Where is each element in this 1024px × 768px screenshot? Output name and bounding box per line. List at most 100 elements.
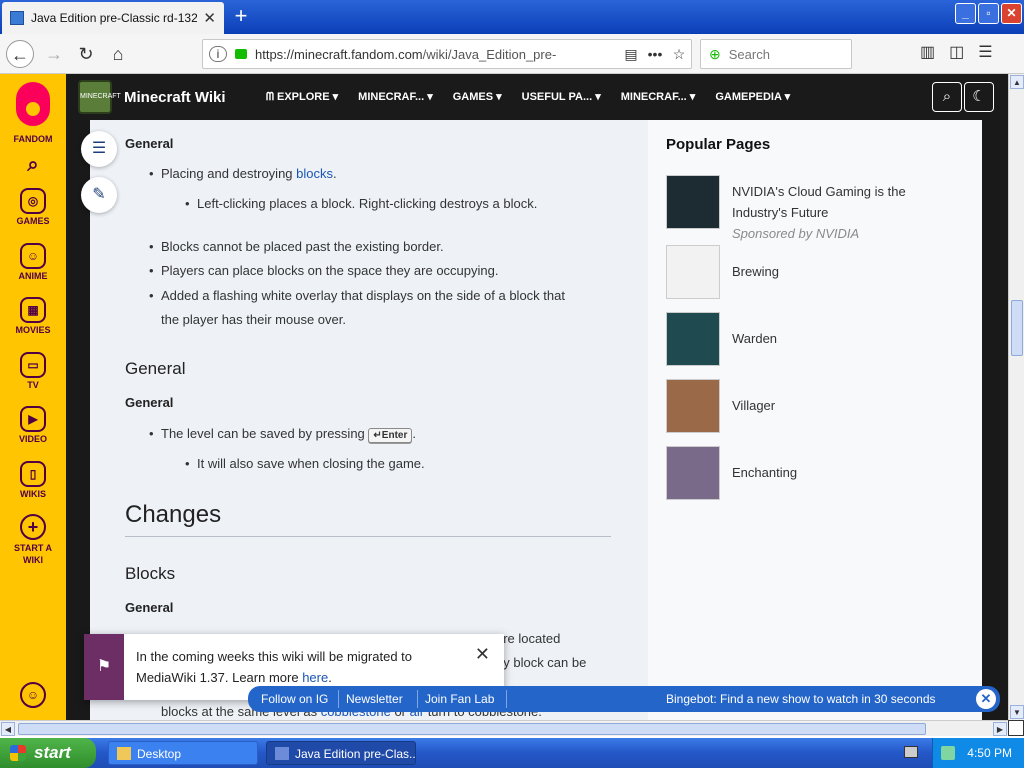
search-field[interactable]: ⊕ Search (700, 39, 852, 69)
join-fan-lab-link[interactable]: Join Fan Lab (425, 692, 494, 706)
fan-feed-bar: Follow on IG Newsletter Join Fan Lab Bin… (248, 686, 1000, 712)
url-text[interactable]: https://minecraft.fandom.com/wiki/Java_E… (255, 47, 619, 62)
page-actions-icon[interactable]: ••• (643, 46, 667, 62)
rail-item-wikis[interactable]: ▯ WIKIS (0, 461, 66, 499)
divider (417, 690, 418, 708)
reload-button[interactable]: ↻ (72, 40, 100, 68)
dark-mode-toggle[interactable]: ☾ (964, 82, 994, 112)
menu-minecraft-1[interactable]: MINECRAF... ▾ (348, 90, 443, 104)
popular-page-item[interactable]: NVIDIA's Cloud Gaming is the Industry's … (666, 175, 966, 241)
rail-item-start-a-wiki[interactable]: + START A WIKI (0, 514, 66, 566)
heading-changes: Changes (125, 501, 222, 528)
menu-label: USEFUL PA... (521, 91, 593, 103)
maximize-button[interactable]: ▫ (978, 3, 999, 24)
address-bar[interactable]: i https://minecraft.fandom.com/wiki/Java… (202, 39, 692, 69)
tab-close-icon[interactable]: ✕ (203, 9, 216, 27)
horizontal-scrollbar[interactable]: ◀ ▶ (0, 720, 1008, 736)
hamburger-menu-icon[interactable]: ☰ (978, 42, 992, 62)
vertical-scroll-thumb[interactable] (1011, 300, 1023, 356)
back-button[interactable]: ← (6, 40, 34, 68)
book-icon: ▯ (20, 461, 46, 487)
warden-thumbnail (666, 312, 720, 366)
popular-page-item[interactable]: Warden (666, 312, 966, 368)
scroll-left-arrow-icon[interactable]: ◀ (1, 722, 15, 736)
minimize-button[interactable]: _ (955, 3, 976, 24)
menu-games[interactable]: GAMES ▾ (443, 90, 512, 104)
fandom-brand-label[interactable]: FANDOM (0, 134, 66, 144)
minecraft-wiki-logo[interactable]: MINECRAFT (78, 80, 121, 114)
popular-page-label[interactable]: NVIDIA's Cloud Gaming is the Industry's … (732, 181, 962, 223)
reader-view-icon[interactable]: ▤ (619, 46, 643, 63)
blocks-link[interactable]: blocks (296, 166, 333, 181)
learn-more-link[interactable]: here (302, 670, 328, 685)
rail-item-label: START A WIKI (14, 543, 52, 565)
divider (338, 690, 339, 708)
scroll-up-arrow-icon[interactable]: ▲ (1010, 75, 1024, 89)
enchanting-thumbnail (666, 446, 720, 500)
villager-thumbnail (666, 379, 720, 433)
list-item: Players can place blocks on the space th… (149, 263, 499, 278)
user-account-button[interactable]: ☺ (0, 682, 66, 710)
close-fanbar-icon[interactable]: ✕ (976, 689, 996, 709)
text: . (412, 426, 416, 441)
scroll-down-arrow-icon[interactable]: ▼ (1010, 705, 1024, 719)
rail-item-tv[interactable]: ▭ TV (0, 352, 66, 390)
sidebar-icon[interactable]: ◫ (949, 42, 964, 62)
home-button[interactable]: ⌂ (104, 40, 132, 68)
popular-page-label[interactable]: Warden (732, 328, 962, 349)
taskbar-desktop-button[interactable]: Desktop (108, 741, 258, 765)
bingebot-promo[interactable]: Bingebot: Find a new show to watch in 30… (666, 692, 936, 706)
wiki-name[interactable]: Minecraft Wiki (124, 89, 244, 106)
rail-item-video[interactable]: ▶ VIDEO (0, 406, 66, 444)
rail-item-games[interactable]: ◎ GAMES (0, 188, 66, 226)
start-button[interactable]: start (0, 738, 96, 768)
taskbar-label: Desktop (137, 747, 182, 761)
popular-page-label[interactable]: Villager (732, 395, 962, 416)
popular-page-item[interactable]: Villager (666, 379, 966, 435)
text: . (328, 670, 332, 685)
sponsored-label: Sponsored by NVIDIA (732, 226, 860, 241)
menu-gamepedia[interactable]: GAMEPEDIA ▾ (705, 90, 800, 104)
subheading-general-3: General (125, 600, 174, 615)
taskbar-browser-window-button[interactable]: Java Edition pre-Clas... (266, 741, 416, 765)
new-tab-button[interactable]: + (230, 4, 252, 28)
close-window-button[interactable]: ✕ (1001, 3, 1022, 24)
scroll-right-arrow-icon[interactable]: ▶ (993, 722, 1007, 736)
table-of-contents-button[interactable]: ☰ (81, 131, 117, 167)
edit-pencil-button[interactable]: ✎ (81, 177, 117, 213)
forward-button[interactable]: → (40, 40, 68, 68)
vertical-scrollbar[interactable]: ▲ ▼ (1008, 74, 1024, 720)
follow-on-ig-link[interactable]: Follow on IG (261, 692, 328, 706)
browser-tab[interactable]: Java Edition pre-Classic rd-13221 ✕ (2, 2, 224, 34)
network-icon[interactable] (941, 746, 955, 760)
close-notice-icon[interactable]: ✕ (475, 644, 490, 665)
site-info-icon[interactable]: i (209, 46, 227, 62)
newsletter-link[interactable]: Newsletter (346, 692, 403, 706)
fandom-global-nav: FANDOM ⌕ ◎ GAMES ☺ ANIME ▦ MOVIES ▭ TV ▶… (0, 74, 66, 720)
popular-page-item[interactable]: Enchanting (666, 446, 966, 502)
fandom-logo-icon[interactable] (16, 82, 50, 126)
tv-icon: ▭ (20, 352, 46, 378)
wiki-search-button[interactable]: ⌕ (932, 82, 962, 112)
menu-minecraft-2[interactable]: MINECRAF... ▾ (611, 90, 706, 104)
horizontal-scroll-thumb[interactable] (18, 723, 926, 735)
library-icon[interactable]: ▥ (920, 42, 935, 62)
rail-item-movies[interactable]: ▦ MOVIES (0, 297, 66, 335)
list-item: Placing and destroying blocks. (149, 166, 337, 181)
clock[interactable]: 4:50 PM (967, 746, 1012, 760)
list-item: The level can be saved by pressing ↵Ente… (149, 426, 416, 443)
menu-explore[interactable]: ᗰ EXPLORE ▾ (256, 90, 348, 104)
popular-page-label[interactable]: Enchanting (732, 462, 962, 483)
search-icon[interactable]: ⌕ (0, 154, 66, 177)
notice-message: In the coming weeks this wiki will be mi… (136, 646, 466, 688)
window-controls: _ ▫ ✕ (955, 3, 1022, 24)
bookmark-star-icon[interactable]: ☆ (667, 46, 691, 63)
list-item-continuation: the player has their mouse over. (161, 312, 346, 327)
rail-item-anime[interactable]: ☺ ANIME (0, 243, 66, 281)
menu-useful-pages[interactable]: USEFUL PA... ▾ (512, 90, 611, 104)
menu-label: GAMEPEDIA (715, 91, 782, 103)
popular-page-label[interactable]: Brewing (732, 261, 962, 282)
list-item: Left-clicking places a block. Right-clic… (185, 196, 537, 211)
keyboard-icon[interactable] (904, 746, 918, 758)
popular-page-item[interactable]: Brewing (666, 245, 966, 301)
